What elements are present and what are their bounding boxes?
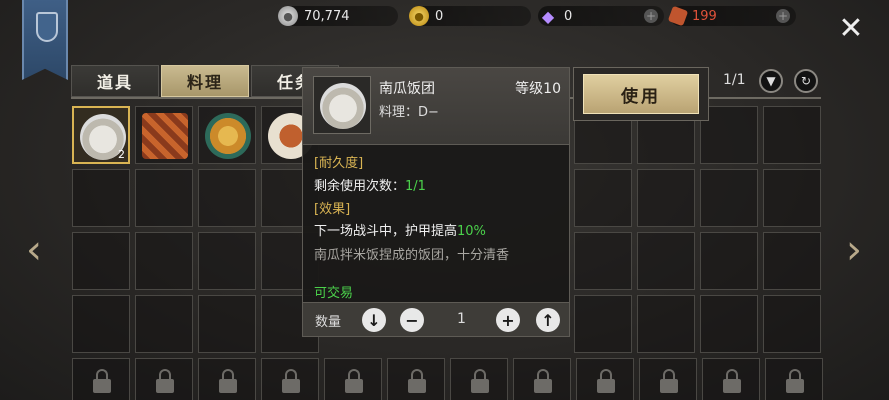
lock-icon [156, 369, 174, 393]
banner-crest-icon [36, 12, 58, 42]
lock-icon [408, 369, 426, 393]
inventory-slot[interactable] [574, 169, 632, 227]
locked-slot[interactable] [765, 358, 823, 400]
slot-ramen[interactable] [198, 106, 256, 164]
inventory-slot[interactable] [135, 295, 193, 353]
inventory-slot[interactable] [198, 232, 256, 290]
arrow-down-icon[interactable]: ↓ [362, 308, 386, 332]
inventory-slot[interactable] [763, 169, 821, 227]
minus-icon[interactable]: − [400, 308, 424, 332]
locked-slot[interactable] [135, 358, 193, 400]
locked-slot[interactable] [198, 358, 256, 400]
plus-icon[interactable]: + [496, 308, 520, 332]
item-type: 料理：D− [379, 105, 439, 120]
riceball-icon [320, 83, 366, 129]
lock-icon [660, 369, 678, 393]
effect-text: 下一场战斗中，护甲提高10% [314, 224, 486, 239]
next-page-arrow-icon[interactable]: › [842, 230, 866, 270]
lock-icon [471, 369, 489, 393]
locked-slot[interactable] [387, 358, 445, 400]
inventory-slot[interactable] [72, 295, 130, 353]
locked-slot[interactable] [576, 358, 634, 400]
tab-cooking[interactable]: 料理 [161, 65, 249, 97]
inventory-slot[interactable] [637, 295, 695, 353]
locked-slot[interactable] [639, 358, 697, 400]
lock-icon [597, 369, 615, 393]
inventory-slot[interactable] [135, 169, 193, 227]
effect-header: [效果] [314, 202, 351, 217]
close-icon[interactable]: ✕ [836, 14, 866, 44]
inventory-tabs: 道具 料理 任务 [71, 65, 341, 97]
ticket-currency: 199 + [667, 5, 796, 27]
lock-icon [345, 369, 363, 393]
inventory-slot[interactable] [72, 232, 130, 290]
gem-currency: ◆ 0 + [538, 6, 664, 26]
lock-icon [282, 369, 300, 393]
durability-header: [耐久度] [314, 156, 364, 171]
locked-slot[interactable] [450, 358, 508, 400]
lock-icon [219, 369, 237, 393]
ramen-icon [205, 113, 251, 159]
inventory-slot[interactable] [574, 232, 632, 290]
ticket-icon [667, 5, 689, 27]
inventory-slot[interactable] [637, 169, 695, 227]
inventory-slot[interactable] [198, 295, 256, 353]
lock-icon [534, 369, 552, 393]
slot-skewers[interactable] [135, 106, 193, 164]
locked-slot[interactable] [261, 358, 319, 400]
use-panel: 使用 [573, 67, 709, 121]
inventory-slot[interactable] [763, 295, 821, 353]
inventory-slot[interactable] [763, 106, 821, 164]
skewer-icon [142, 113, 188, 159]
gold-currency: ● 0 [409, 6, 531, 26]
page-indicator: 1/1 [723, 72, 746, 88]
inventory-slot[interactable] [637, 232, 695, 290]
refresh-icon[interactable]: ↻ [794, 69, 818, 93]
item-level: 等级10 [515, 81, 561, 97]
tooltip-header: 南瓜饭团 等级10 料理：D− [303, 68, 569, 145]
add-gem-button[interactable]: + [644, 9, 658, 23]
gold-coin-icon: ● [409, 6, 429, 26]
item-description: 南瓜拌米饭捏成的饭团，十分清香 [314, 248, 510, 263]
guild-banner[interactable] [22, 0, 68, 80]
slot-pumpkin-riceball[interactable]: 2 [72, 106, 130, 164]
add-ticket-button[interactable]: + [776, 9, 790, 23]
lock-icon [723, 369, 741, 393]
quantity-bar: 数量 ↓ − 1 + ↑ [303, 302, 569, 336]
inventory-slot[interactable] [198, 169, 256, 227]
tab-items[interactable]: 道具 [71, 65, 159, 97]
silver-currency: ● 70,774 [278, 6, 398, 26]
lock-icon [93, 369, 111, 393]
locked-slot[interactable] [324, 358, 382, 400]
chevron-down-icon[interactable]: ▼ [759, 69, 783, 93]
tradable-label: 可交易 [314, 286, 354, 301]
locked-slot[interactable] [702, 358, 760, 400]
inventory-slot[interactable] [72, 169, 130, 227]
item-name: 南瓜饭团 [379, 81, 435, 97]
use-button[interactable]: 使用 [583, 74, 699, 114]
locked-slot[interactable] [72, 358, 130, 400]
arrow-up-icon[interactable]: ↑ [536, 308, 560, 332]
inventory-slot[interactable] [135, 232, 193, 290]
item-thumbnail [313, 76, 371, 134]
quantity-label: 数量 [315, 315, 342, 330]
quantity-value: 1 [457, 311, 466, 327]
lock-icon [786, 369, 804, 393]
item-tooltip: 南瓜饭团 等级10 料理：D− [耐久度] 剩余使用次数：1/1 [效果] 下一… [302, 67, 570, 337]
silver-coin-icon: ● [278, 6, 298, 26]
locked-slot[interactable] [513, 358, 571, 400]
remaining-uses: 剩余使用次数：1/1 [314, 179, 426, 194]
inventory-slot[interactable] [574, 295, 632, 353]
inventory-slot[interactable] [763, 232, 821, 290]
inventory-slot[interactable] [700, 295, 758, 353]
inventory-slot[interactable] [700, 169, 758, 227]
prev-page-arrow-icon[interactable]: ‹ [22, 230, 46, 270]
inventory-slot[interactable] [700, 232, 758, 290]
diamond-icon: ◆ [541, 6, 555, 26]
